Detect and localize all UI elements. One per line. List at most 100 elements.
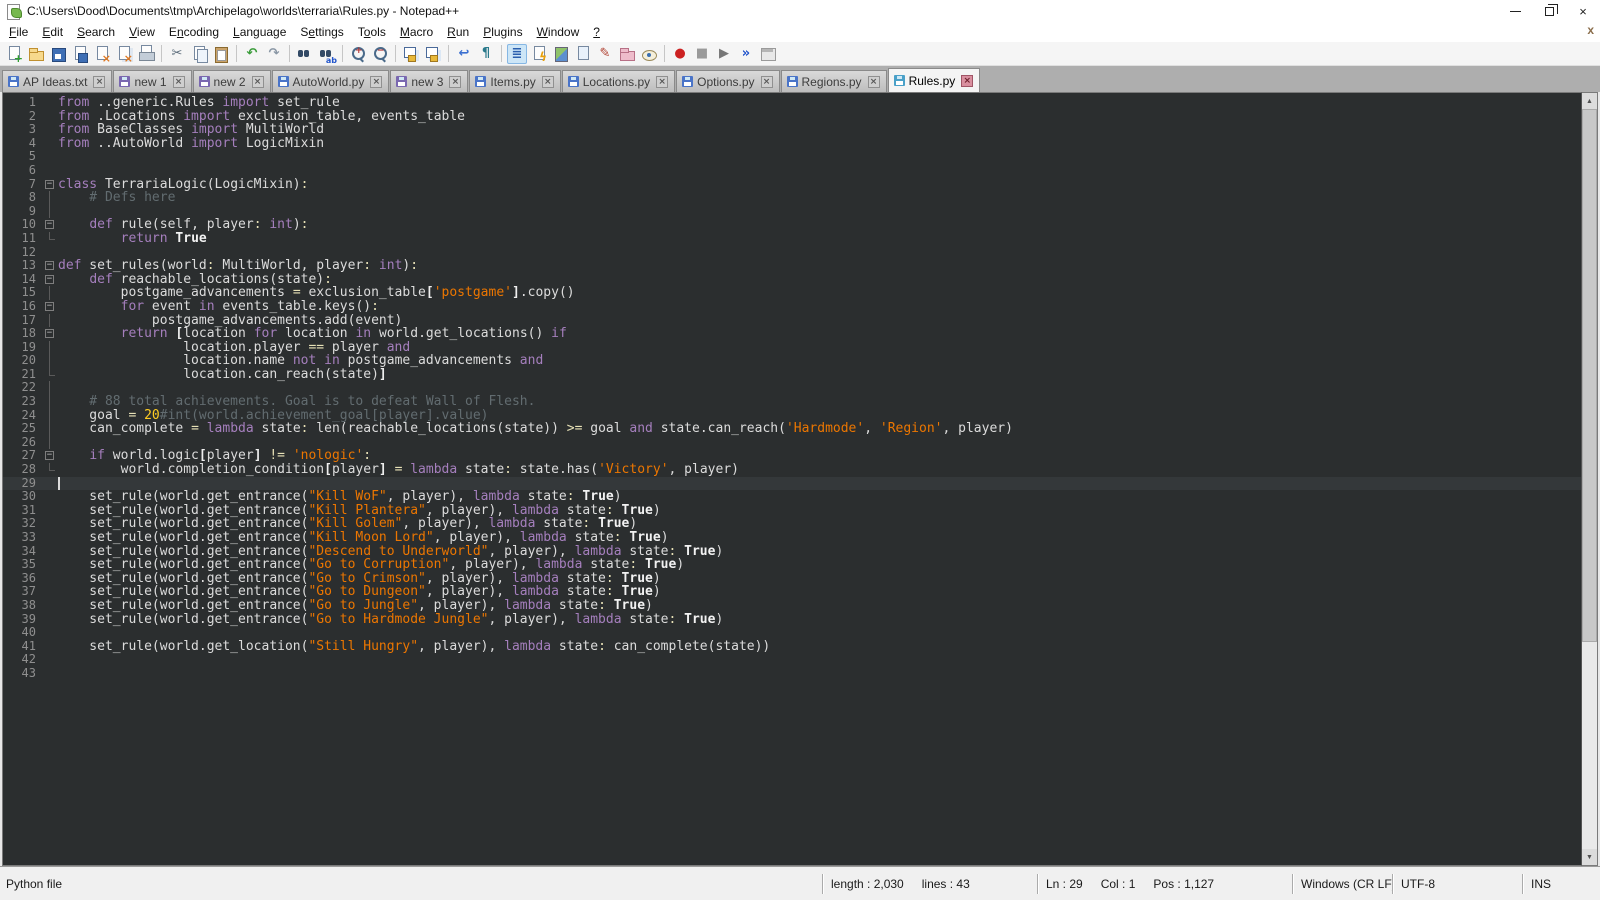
cut-icon[interactable]: ✂ [167,44,187,64]
print-icon[interactable] [136,44,156,64]
line-number[interactable]: 21 [3,368,43,382]
scroll-up-arrow-icon[interactable]: ▲ [1582,93,1597,109]
folder-as-workspace-icon[interactable] [617,44,637,64]
line-number[interactable]: 20 [3,354,43,368]
line-number[interactable]: 17 [3,314,43,328]
fold-collapse-icon[interactable]: − [45,180,54,189]
line-number[interactable]: 7 [3,178,43,192]
zoom-out-icon[interactable] [370,44,390,64]
sync-vertical-icon[interactable] [401,44,421,64]
auto-completion-icon[interactable] [529,44,549,64]
line-number[interactable]: 37 [3,585,43,599]
menu-view[interactable]: View [122,23,162,41]
minimize-button[interactable] [1498,0,1532,22]
document-list-icon[interactable] [573,44,593,64]
menu-settings[interactable]: Settings [293,23,350,41]
menu-window[interactable]: Window [530,23,587,41]
fold-collapse-icon[interactable]: − [45,275,54,284]
line-number[interactable]: 19 [3,341,43,355]
line-number[interactable]: 15 [3,286,43,300]
line-number[interactable]: 32 [3,517,43,531]
line-number[interactable]: 8 [3,191,43,205]
indent-guide-icon[interactable]: ≣ [507,44,527,64]
save-all-icon[interactable] [70,44,90,64]
fold-margin[interactable]: − [43,449,58,463]
tab-close-icon[interactable]: × [449,76,461,88]
line-number[interactable]: 41 [3,640,43,654]
line-number[interactable]: 40 [3,626,43,640]
fold-collapse-icon[interactable]: − [45,261,54,270]
replace-icon[interactable] [317,44,337,64]
menu-plugins[interactable]: Plugins [476,23,529,41]
monitoring-eye-icon[interactable] [639,44,659,64]
fold-margin[interactable]: − [43,178,58,192]
macro-save-icon[interactable] [758,44,778,64]
line-number[interactable]: 30 [3,490,43,504]
line-number[interactable]: 28 [3,463,43,477]
line-number[interactable]: 22 [3,381,43,395]
menu-language[interactable]: Language [226,23,293,41]
line-number[interactable]: 31 [3,504,43,518]
line-number[interactable]: 33 [3,531,43,545]
line-number[interactable]: 11 [3,232,43,246]
vertical-scrollbar[interactable]: ▲ ▼ [1581,92,1598,866]
menu-search[interactable]: Search [70,23,122,41]
open-file-icon[interactable] [26,44,46,64]
menu-[interactable]: ? [586,23,607,41]
restore-button[interactable] [1532,0,1566,22]
fold-margin[interactable]: − [43,300,58,314]
scroll-down-arrow-icon[interactable]: ▼ [1582,849,1597,865]
line-number[interactable]: 4 [3,137,43,151]
tab-new-1[interactable]: new 1× [113,70,191,92]
tab-close-icon[interactable]: × [173,76,185,88]
tab-items-py[interactable]: Items.py× [469,70,560,92]
line-number[interactable]: 27 [3,449,43,463]
redo-icon[interactable]: ↷ [264,44,284,64]
code-editor[interactable]: 1from ..generic.Rules import set_rule2fr… [2,92,1581,866]
tab-close-icon[interactable]: × [93,76,105,88]
scrollbar-thumb[interactable] [1582,109,1597,642]
fold-collapse-icon[interactable]: − [45,451,54,460]
tab-options-py[interactable]: Options.py× [676,70,779,92]
tab-close-icon[interactable]: × [868,76,880,88]
tab-locations-py[interactable]: Locations.py× [562,70,675,92]
line-number[interactable]: 14 [3,273,43,287]
line-number[interactable]: 38 [3,599,43,613]
word-wrap-icon[interactable]: ↩ [454,44,474,64]
macro-play-icon[interactable]: ▶ [714,44,734,64]
tab-rules-py[interactable]: Rules.py× [888,68,981,92]
line-number[interactable]: 18 [3,327,43,341]
line-number[interactable]: 2 [3,110,43,124]
tab-close-icon[interactable]: × [252,76,264,88]
line-number[interactable]: 35 [3,558,43,572]
menu-tools[interactable]: Tools [351,23,393,41]
tab-regions-py[interactable]: Regions.py× [781,70,887,92]
line-number[interactable]: 5 [3,150,43,164]
line-number[interactable]: 6 [3,164,43,178]
tab-autoworld-py[interactable]: AutoWorld.py× [272,70,390,92]
menubar-close-doc-icon[interactable]: x [1587,23,1594,37]
fold-margin[interactable]: − [43,218,58,232]
tab-ap-ideas-txt[interactable]: AP Ideas.txt× [2,70,112,92]
line-number[interactable]: 24 [3,409,43,423]
line-number[interactable]: 26 [3,436,43,450]
line-number[interactable]: 23 [3,395,43,409]
line-number[interactable]: 10 [3,218,43,232]
line-number[interactable]: 29 [3,477,43,491]
menu-encoding[interactable]: Encoding [162,23,226,41]
line-number[interactable]: 3 [3,123,43,137]
undo-icon[interactable]: ↶ [242,44,262,64]
tab-close-icon[interactable]: × [961,75,973,87]
new-file-icon[interactable] [4,44,24,64]
tab-new-2[interactable]: new 2× [193,70,271,92]
line-number[interactable]: 9 [3,205,43,219]
function-list-icon[interactable]: ✎ [595,44,615,64]
line-number[interactable]: 25 [3,422,43,436]
menu-run[interactable]: Run [440,23,476,41]
find-icon[interactable] [295,44,315,64]
copy-icon[interactable] [189,44,209,64]
menu-edit[interactable]: Edit [35,23,70,41]
line-number[interactable]: 34 [3,545,43,559]
close-file-icon[interactable] [92,44,112,64]
scrollbar-track[interactable] [1582,109,1597,849]
